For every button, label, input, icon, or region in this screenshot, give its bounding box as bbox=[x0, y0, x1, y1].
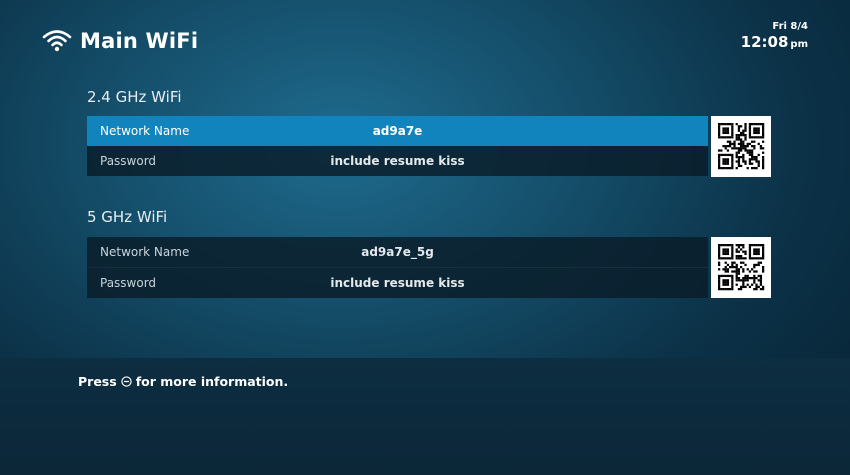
minus-circle-icon bbox=[121, 376, 132, 387]
row-value: include resume kiss bbox=[330, 154, 465, 168]
qr-code-icon bbox=[711, 237, 771, 298]
page-header: Main WiFi bbox=[42, 28, 198, 54]
footer-hint: Press for more information. bbox=[78, 374, 288, 389]
clock-date: Fri 8/4 bbox=[772, 21, 808, 32]
network-name-row[interactable]: Network Name ad9a7e bbox=[87, 116, 708, 146]
qr-code-icon bbox=[711, 116, 771, 177]
clock-time: 12:08 bbox=[740, 33, 789, 51]
page-title: Main WiFi bbox=[80, 29, 199, 53]
password-row[interactable]: Password include resume kiss bbox=[87, 267, 708, 298]
footer-prefix: Press bbox=[78, 374, 117, 389]
password-row[interactable]: Password include resume kiss bbox=[87, 146, 708, 176]
row-value: ad9a7e_5g bbox=[361, 245, 434, 259]
footer-bar: Press for more information. bbox=[0, 358, 850, 475]
clock-time-wrapper: 12:08 pm bbox=[741, 35, 808, 50]
wifi-table-2-4ghz: Network Name ad9a7e Password include res… bbox=[87, 116, 708, 176]
network-name-row[interactable]: Network Name ad9a7e_5g bbox=[87, 237, 708, 267]
section-title-2-4ghz: 2.4 GHz WiFi bbox=[87, 88, 182, 106]
clock-ampm: pm bbox=[790, 39, 808, 50]
wifi-icon bbox=[42, 30, 72, 52]
section-title-5ghz: 5 GHz WiFi bbox=[87, 208, 168, 226]
row-value: ad9a7e bbox=[372, 124, 423, 138]
clock: Fri 8/4 12:08 pm bbox=[741, 22, 808, 50]
footer-suffix: for more information. bbox=[135, 374, 289, 389]
wifi-table-5ghz: Network Name ad9a7e_5g Password include … bbox=[87, 237, 708, 298]
row-value: include resume kiss bbox=[330, 276, 465, 290]
